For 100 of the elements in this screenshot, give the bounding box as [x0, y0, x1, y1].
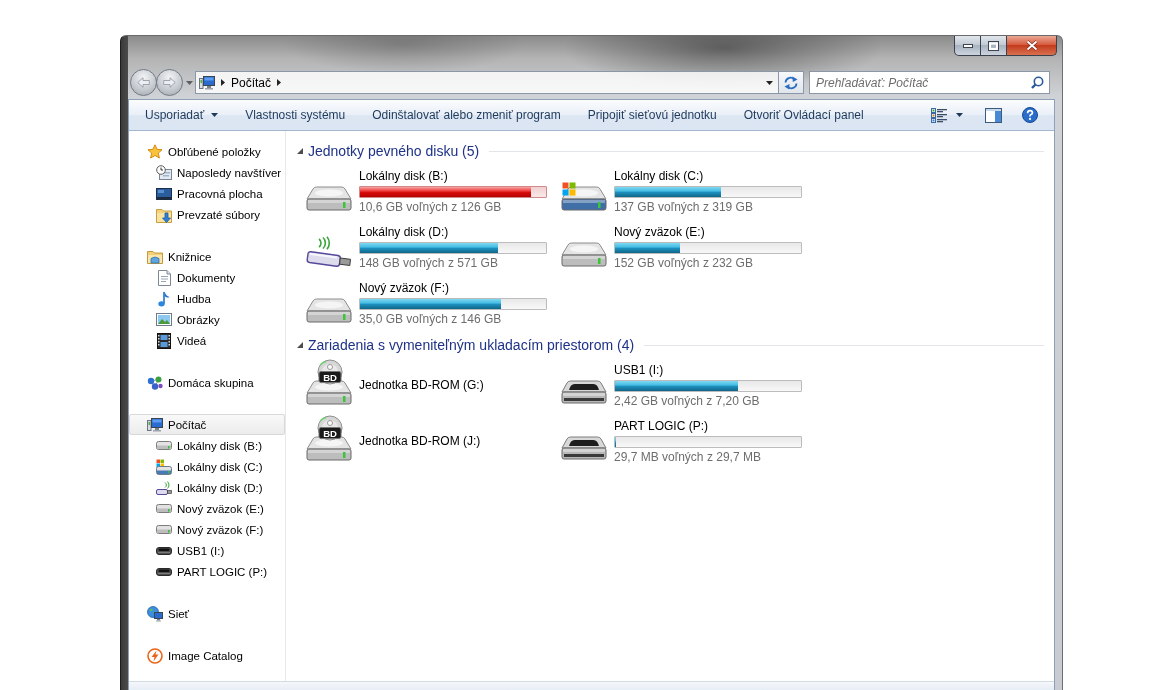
lightning-icon: [147, 647, 163, 664]
toolbar-button[interactable]: Vlastnosti systému: [233, 100, 358, 130]
breadcrumb-item[interactable]: Počítač: [231, 75, 272, 90]
disc-label: BD: [323, 371, 337, 383]
search-icon[interactable]: [1031, 76, 1044, 89]
drive-name: Lokálny disk (B:): [359, 168, 449, 183]
nav-item[interactable]: Videá: [129, 330, 285, 351]
drive-name: USB1 (I:): [614, 362, 665, 377]
address-bar[interactable]: Počítač: [195, 71, 778, 94]
nav-item[interactable]: Počítač: [129, 414, 285, 435]
usb-drive-icon: [306, 236, 352, 267]
nav-item[interactable]: Nový zväzok (E:): [129, 498, 285, 519]
drive-name: Jednotka BD-ROM (G:): [359, 378, 484, 392]
free-space-text: 2,42 GB voľných z 7,20 GB: [614, 393, 761, 408]
nav-item[interactable]: Lokálny disk (C:): [129, 456, 285, 477]
drive-tile[interactable]: Lokálny disk (D:) 148 GB voľných z 571 GB: [305, 225, 560, 269]
free-space-text: 137 GB voľných z 319 GB: [614, 199, 754, 214]
library-folder-icon: [147, 249, 163, 264]
film-icon: [157, 332, 171, 349]
nav-item[interactable]: Sieť: [129, 603, 285, 624]
refresh-button[interactable]: [778, 71, 804, 94]
hard-drive-icon: [561, 242, 607, 267]
minimize-icon: [962, 43, 973, 48]
computer-icon: [147, 417, 163, 432]
maximize-button[interactable]: [981, 36, 1007, 56]
hard-drive-icon: [156, 525, 172, 534]
system-drive-icon: [561, 181, 607, 211]
nav-item[interactable]: USB1 (I:): [129, 540, 285, 561]
drive-tile[interactable]: PART LOGIC (P:) 29,7 MB voľných z 29,7 MB: [560, 419, 815, 463]
chevron-icon[interactable]: [277, 79, 282, 86]
nav-item[interactable]: Hudba: [129, 288, 285, 309]
drive-tile[interactable]: BD Jednotka BD-ROM (J:): [305, 419, 560, 463]
computer-icon: [199, 75, 215, 90]
maximize-icon: [988, 40, 999, 51]
minimize-button[interactable]: [954, 36, 981, 56]
preview-pane-icon[interactable]: [985, 107, 1002, 123]
homegroup-icon: [147, 375, 163, 390]
nav-item[interactable]: Knižnice: [129, 246, 285, 267]
download-folder-icon: [156, 206, 172, 223]
refresh-icon: [783, 75, 799, 90]
nav-item[interactable]: Naposledy navštíver: [129, 162, 285, 183]
system-drive-icon: [156, 458, 172, 475]
caret-icon[interactable]: [956, 113, 963, 117]
drive-name: Nový zväzok (E:): [614, 224, 706, 239]
nav-item[interactable]: Obľúbené položky: [129, 141, 285, 162]
free-space-text: 152 GB voľných z 232 GB: [614, 255, 754, 270]
document-icon: [157, 269, 171, 286]
caret-icon: [211, 113, 219, 117]
toolbar-button[interactable]: Pripojiť sieťovú jednotku: [575, 100, 729, 130]
music-note-icon: [158, 290, 170, 307]
nav-item[interactable]: Prevzaté súbory: [129, 204, 285, 225]
close-button[interactable]: [1007, 36, 1057, 56]
hard-drive-icon: [156, 441, 172, 450]
optical-drive-icon: [306, 359, 352, 405]
drive-tile[interactable]: BD Jednotka BD-ROM (G:): [305, 363, 560, 407]
nav-item[interactable]: Nový zväzok (F:): [129, 519, 285, 540]
network-icon: [147, 605, 163, 622]
nav-item[interactable]: Domáca skupina: [129, 372, 285, 393]
desktop-icon: [156, 187, 172, 200]
drive-tile[interactable]: Lokálny disk (B:) 10,6 GB voľných z 126 GB: [305, 169, 560, 213]
toolbar-button[interactable]: Usporiadať: [133, 100, 231, 130]
drive-name: Lokálny disk (D:): [359, 224, 450, 239]
drive-tile[interactable]: USB1 (I:) 2,42 GB voľných z 7,20 GB: [560, 363, 815, 407]
section-title: Zariadenia s vymeniteľným ukladacím priestorom (4): [308, 337, 635, 353]
drive-tile[interactable]: Nový zväzok (F:) 35,0 GB voľných z 146 GB: [305, 281, 560, 325]
drive-name: PART LOGIC (P:): [614, 418, 710, 433]
drive-name: Jednotka BD-ROM (J:): [359, 434, 481, 448]
close-icon: [1025, 40, 1038, 51]
triangle-icon[interactable]: [297, 148, 303, 154]
nav-item[interactable]: Obrázky: [129, 309, 285, 330]
hard-drive-icon: [306, 186, 352, 211]
chevron-icon[interactable]: [221, 79, 225, 86]
toolbar-button[interactable]: Odinštalovať alebo zmeniť program: [360, 100, 573, 130]
nav-item[interactable]: Lokálny disk (D:): [129, 477, 285, 498]
nav-item[interactable]: Image Catalog: [129, 645, 285, 666]
triangle-icon[interactable]: [297, 342, 303, 348]
removable-drive-icon: [561, 436, 607, 461]
toolbar-button[interactable]: Otvoriť Ovládací panel: [731, 100, 876, 130]
removable-drive-icon: [156, 567, 172, 576]
nav-item[interactable]: Dokumenty: [129, 267, 285, 288]
drive-name: Lokálny disk (C:): [614, 168, 705, 183]
usb-drive-icon: [156, 480, 172, 495]
nav-item[interactable]: Lokálny disk (B:): [129, 435, 285, 456]
nav-item[interactable]: PART LOGIC (P:): [129, 561, 285, 582]
section-title: Jednotky pevného disku (5): [308, 143, 480, 159]
help-icon[interactable]: [1022, 107, 1038, 123]
drive-tile[interactable]: Nový zväzok (E:) 152 GB voľných z 232 GB: [560, 225, 815, 269]
drive-name: Nový zväzok (F:): [359, 280, 450, 295]
free-space-text: 148 GB voľných z 571 GB: [359, 255, 499, 270]
free-space-text: 29,7 MB voľných z 29,7 MB: [614, 449, 762, 464]
drive-tile[interactable]: Lokálny disk (C:) 137 GB voľných z 319 GB: [560, 169, 815, 213]
hard-drive-icon: [306, 298, 352, 323]
free-space-text: 35,0 GB voľných z 146 GB: [359, 311, 503, 326]
nav-item[interactable]: Pracovná plocha: [129, 183, 285, 204]
left-arrow-icon: [137, 77, 150, 88]
removable-drive-icon: [156, 546, 172, 555]
search-field[interactable]: Prehľadávať: Počítač: [809, 71, 1050, 94]
caret-icon[interactable]: [766, 80, 773, 85]
free-space-text: 10,6 GB voľných z 126 GB: [359, 199, 503, 214]
view-options-icon[interactable]: [931, 107, 948, 123]
